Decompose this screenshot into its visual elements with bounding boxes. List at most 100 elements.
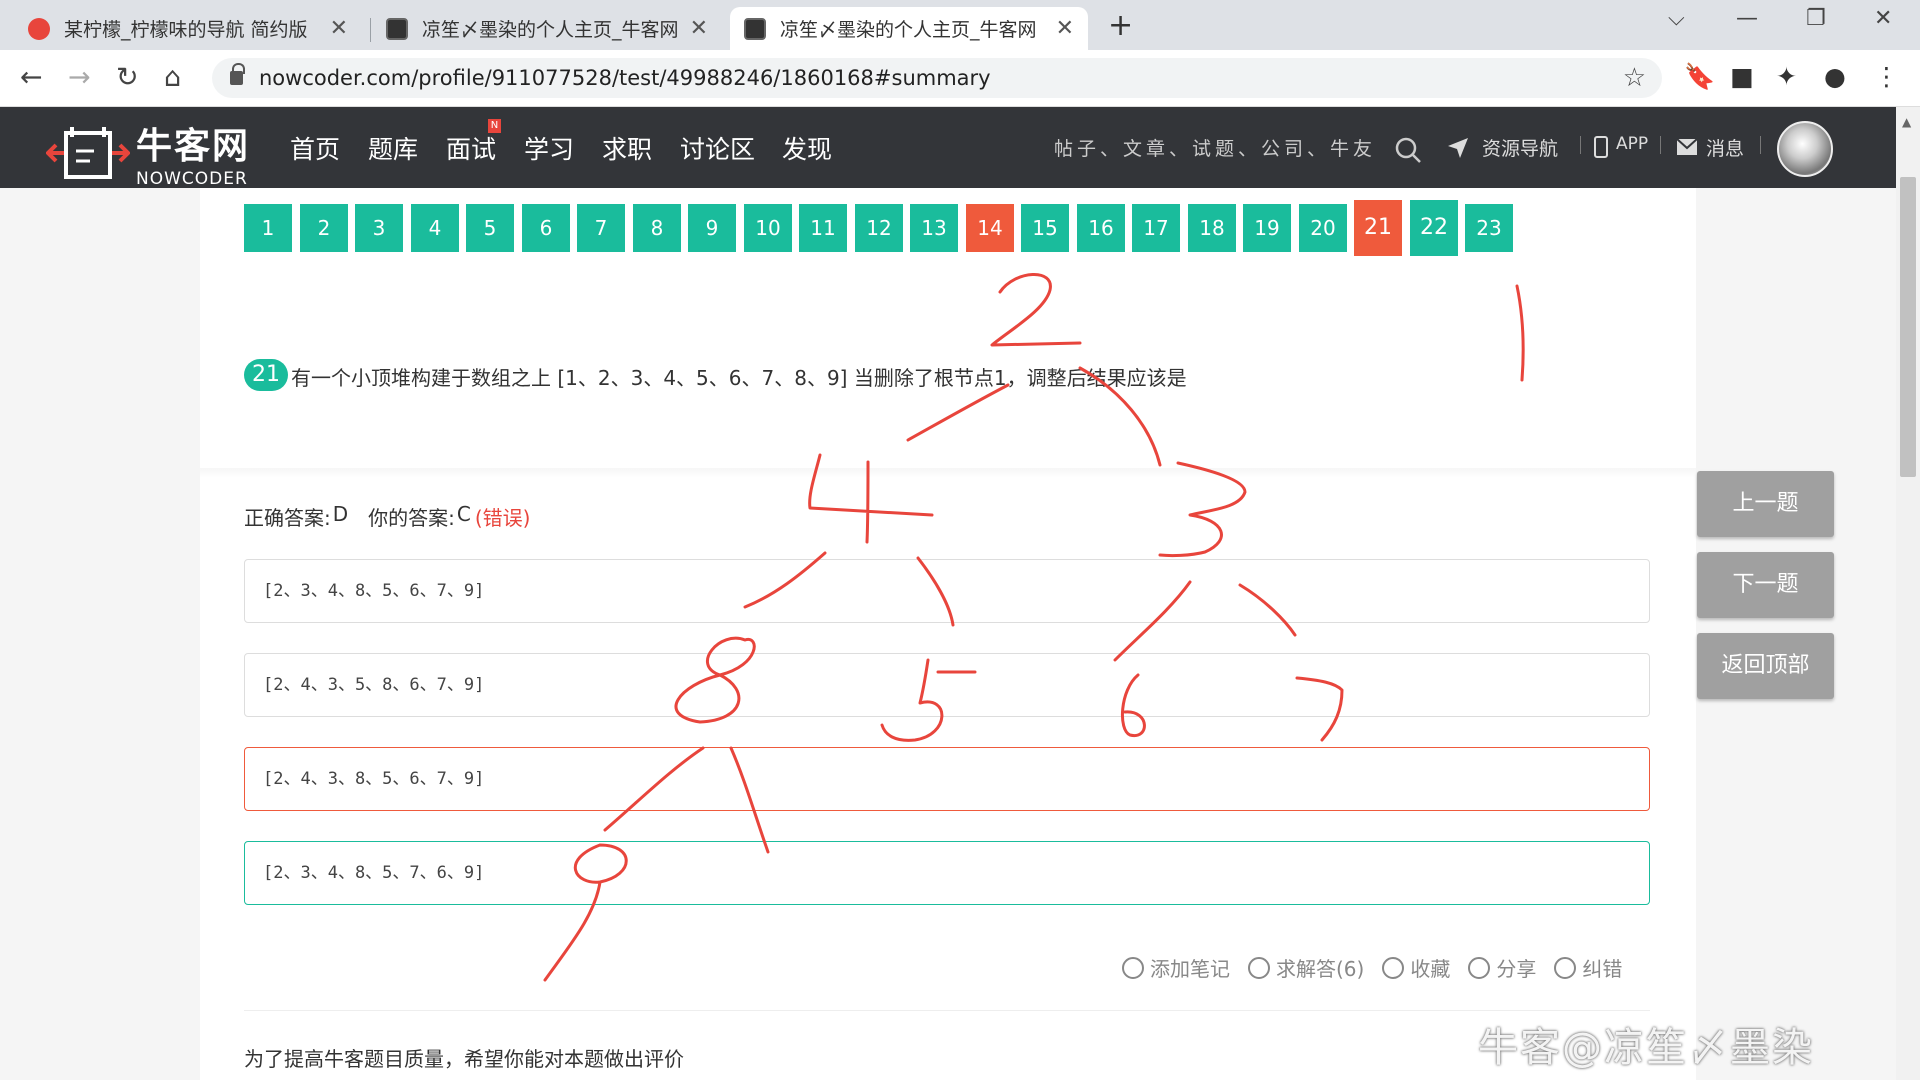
share-button[interactable]: 分享 (1468, 953, 1536, 982)
ask-answer-button[interactable]: 求解答(6) (1248, 953, 1364, 982)
prev-question-button[interactable]: 上一题 (1697, 471, 1834, 537)
question-number-5[interactable]: 5 (466, 204, 514, 252)
question-number-23[interactable]: 23 (1465, 204, 1513, 252)
question-number-12[interactable]: 12 (855, 204, 903, 252)
your-answer-label: 你的答案: (368, 506, 455, 530)
question-number-21[interactable]: 21 (1354, 200, 1402, 256)
nav-learn[interactable]: 学习 (524, 130, 574, 166)
favorite-label: 收藏 (1410, 957, 1451, 981)
tab-search-icon[interactable]: ⌵ (1668, 6, 1685, 31)
question-number-9[interactable]: 9 (688, 204, 736, 252)
question-number-19[interactable]: 19 (1243, 204, 1291, 252)
option-b[interactable]: [2、4、3、5、8、6、7、9] (244, 653, 1650, 717)
scroll-up-icon[interactable]: ▲ (1902, 115, 1911, 129)
nowcoder-icon (744, 17, 766, 40)
rating-prompt: 为了提高牛客题目质量，希望你能对本题做出评价 (244, 1047, 684, 1071)
question-number-3[interactable]: 3 (355, 204, 403, 252)
report-error-button[interactable]: 纠错 (1554, 953, 1622, 982)
nowcoder-icon (386, 17, 408, 40)
back-to-top-button[interactable]: 返回顶部 (1697, 633, 1834, 699)
tab-title: 凉笙〆墨染的个人主页_牛客网 (422, 19, 679, 41)
address-toolbar: ← → ↻ ⌂ nowcoder.com/profile/911077528/t… (0, 50, 1920, 107)
search-icon[interactable] (1394, 136, 1422, 164)
question-number-8[interactable]: 8 (633, 204, 681, 252)
url-text[interactable]: nowcoder.com/profile/911077528/test/4998… (259, 66, 1623, 90)
option-c-selected[interactable]: [2、4、3、8、5、6、7、9] (244, 747, 1650, 811)
option-d-correct[interactable]: [2、3、4、8、5、7、6、9] (244, 841, 1650, 905)
heart-icon (1382, 956, 1405, 979)
question-number-4[interactable]: 4 (411, 204, 459, 252)
pencil-icon (1554, 956, 1577, 979)
add-note-label: 添加笔记 (1150, 957, 1230, 981)
close-icon[interactable]: ✕ (1056, 16, 1074, 41)
question-number-17[interactable]: 17 (1132, 204, 1180, 252)
question-number-18[interactable]: 18 (1188, 204, 1236, 252)
scrollbar-thumb[interactable] (1900, 177, 1916, 477)
add-note-button[interactable]: 添加笔记 (1122, 953, 1230, 982)
messages-link[interactable]: 消息 (1706, 134, 1744, 161)
close-icon[interactable]: ✕ (330, 16, 348, 41)
question-actions: 添加笔记 求解答(6) 收藏 分享 纠错 (1122, 953, 1622, 982)
avatar[interactable] (1777, 121, 1833, 177)
report-error-label: 纠错 (1582, 957, 1623, 981)
omnibox[interactable]: nowcoder.com/profile/911077528/test/4998… (212, 58, 1662, 98)
note-icon (1122, 956, 1144, 979)
resources-link[interactable]: 资源导航 (1482, 134, 1558, 161)
question-number-20[interactable]: 20 (1299, 204, 1347, 252)
minimize-icon[interactable]: — (1736, 6, 1758, 31)
close-icon[interactable]: ✕ (690, 16, 708, 41)
bookmark-star-icon[interactable]: ☆ (1623, 63, 1646, 93)
puzzle-icon[interactable]: ✦ (1776, 62, 1797, 91)
nav-interview[interactable]: 面试 (446, 130, 496, 166)
question-number-22[interactable]: 22 (1410, 200, 1458, 256)
question-number-13[interactable]: 13 (910, 204, 958, 252)
tab-profile[interactable]: 凉笙〆墨染的个人主页_牛客网 ✕ (372, 7, 722, 50)
question-number-11[interactable]: 11 (799, 204, 847, 252)
menu-dots-icon[interactable]: ⋮ (1874, 62, 1899, 91)
site-logo[interactable]: 牛客网 NOWCODER (46, 117, 250, 189)
nav-discuss[interactable]: 讨论区 (680, 130, 755, 166)
your-answer-value: C (456, 502, 471, 526)
forward-icon[interactable]: → (68, 62, 91, 93)
browser-tab-bar: 某柠檬_柠檬味的导航 简约版 ✕ 凉笙〆墨染的个人主页_牛客网 ✕ 凉笙〆墨染的… (0, 0, 1920, 50)
question-number-16[interactable]: 16 (1077, 204, 1125, 252)
question-number-14[interactable]: 14 (966, 204, 1014, 252)
site-search-input[interactable]: 帖子、文章、试题、公司、牛友 (1054, 134, 1376, 161)
extension-icon[interactable]: ■ (1730, 62, 1754, 91)
page-scrollbar[interactable]: ▲ (1896, 107, 1920, 1080)
reload-icon[interactable]: ↻ (116, 62, 139, 93)
question-number-6[interactable]: 6 (522, 204, 570, 252)
restore-icon[interactable]: ❐ (1806, 6, 1826, 31)
window-close-icon[interactable]: ✕ (1874, 6, 1892, 31)
header-divider (1660, 136, 1661, 154)
watermark: 牛客@凉笙〆墨染 (1478, 1025, 1814, 1071)
tab-lemon-nav[interactable]: 某柠檬_柠檬味的导航 简约版 ✕ (14, 7, 362, 50)
question-number-1[interactable]: 1 (244, 204, 292, 252)
bookmark-icon[interactable]: 🔖 (1684, 62, 1715, 92)
nav-home[interactable]: 首页 (290, 130, 340, 166)
share-label: 分享 (1496, 957, 1537, 981)
lemon-icon (28, 17, 50, 40)
content-divider (244, 1010, 1650, 1011)
profile-icon[interactable]: ● (1824, 62, 1846, 91)
tab-profile-active[interactable]: 凉笙〆墨染的个人主页_牛客网 ✕ (730, 7, 1088, 50)
question-number-2[interactable]: 2 (300, 204, 348, 252)
app-link[interactable]: APP (1616, 134, 1648, 154)
question-number-15[interactable]: 15 (1021, 204, 1069, 252)
favorite-button[interactable]: 收藏 (1382, 953, 1450, 982)
question-number-badge: 21 (244, 359, 288, 391)
nav-jobs[interactable]: 求职 (602, 130, 652, 166)
question-panel (200, 188, 1696, 1080)
new-tab-button[interactable]: + (1108, 8, 1133, 43)
home-icon[interactable]: ⌂ (164, 62, 181, 93)
question-number-7[interactable]: 7 (577, 204, 625, 252)
nowcoder-logo-icon (46, 127, 130, 179)
nav-question-bank[interactable]: 题库 (368, 130, 418, 166)
back-icon[interactable]: ← (20, 62, 43, 93)
nav-discover[interactable]: 发现 (782, 130, 832, 166)
option-a[interactable]: [2、3、4、8、5、6、7、9] (244, 559, 1650, 623)
answer-summary: 正确答案: D 你的答案: C (错误) (244, 502, 530, 531)
question-number-10[interactable]: 10 (744, 204, 792, 252)
next-question-button[interactable]: 下一题 (1697, 552, 1834, 618)
ask-answer-label: 求解答(6) (1276, 957, 1365, 981)
